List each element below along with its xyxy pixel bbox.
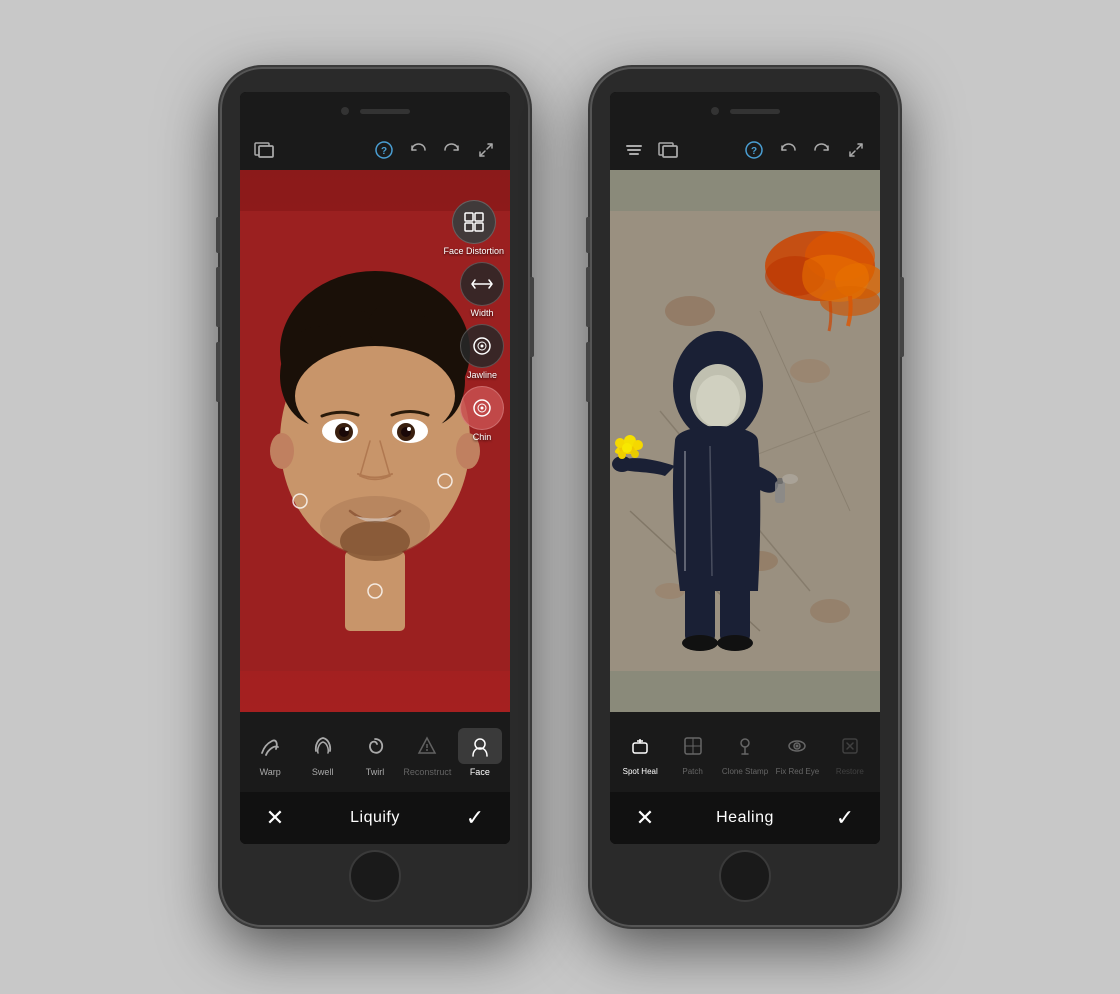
spot-heal-label: Spot Heal xyxy=(623,767,658,776)
camera-icon xyxy=(341,107,349,115)
action-bar-left: ✕ Liquify ✓ xyxy=(240,792,510,844)
face-distortion-button[interactable] xyxy=(452,200,496,244)
warp-tool[interactable]: Warp xyxy=(244,728,296,777)
phone-right: ? xyxy=(590,67,900,927)
screen-left: ? xyxy=(240,92,510,844)
help-icon-right[interactable]: ? xyxy=(740,136,768,164)
graffiti-svg xyxy=(610,170,880,712)
tools-row: Warp Swell xyxy=(240,712,510,792)
expand-icon[interactable] xyxy=(472,136,500,164)
screen-right: ? xyxy=(610,92,880,844)
mute-button[interactable] xyxy=(216,217,220,253)
width-button[interactable] xyxy=(460,262,504,306)
patch-tool[interactable]: Patch xyxy=(666,728,718,776)
bottom-tools-right: Spot Heal Patch xyxy=(610,712,880,792)
cancel-button-right[interactable]: ✕ xyxy=(630,803,660,833)
redo-icon[interactable] xyxy=(438,136,466,164)
face-photo: Face Distortion Width xyxy=(240,170,510,712)
expand-icon-right[interactable] xyxy=(842,136,870,164)
volume-up-button-right[interactable] xyxy=(586,267,590,327)
swell-label: Swell xyxy=(312,767,334,777)
chin-button[interactable] xyxy=(460,386,504,430)
spot-heal-tool[interactable]: Spot Heal xyxy=(614,728,666,776)
face-image-area[interactable]: Face Distortion Width xyxy=(240,170,510,712)
face-distortion-item[interactable]: Face Distortion xyxy=(443,200,504,256)
home-button-left[interactable] xyxy=(349,850,401,902)
status-bar-left xyxy=(240,92,510,130)
volume-down-button[interactable] xyxy=(216,342,220,402)
twirl-tool[interactable]: Twirl xyxy=(349,728,401,777)
fix-red-eye-label: Fix Red Eye xyxy=(776,767,820,776)
face-distortion-label: Face Distortion xyxy=(443,246,504,256)
swell-icon[interactable] xyxy=(301,728,345,764)
photo-library-icon[interactable] xyxy=(250,136,278,164)
redo-icon-right[interactable] xyxy=(808,136,836,164)
speaker xyxy=(360,109,410,114)
healing-tools-row: Spot Heal Patch xyxy=(610,712,880,792)
clone-stamp-icon[interactable] xyxy=(723,728,767,764)
chin-item[interactable]: Chin xyxy=(460,386,504,442)
restore-tool[interactable]: Restore xyxy=(824,728,876,776)
status-bar-right xyxy=(610,92,880,130)
volume-up-button[interactable] xyxy=(216,267,220,327)
distortion-panel: Face Distortion Width xyxy=(443,200,504,442)
power-button[interactable] xyxy=(530,277,534,357)
warp-icon[interactable] xyxy=(248,728,292,764)
width-item[interactable]: Width xyxy=(460,262,504,318)
fix-red-eye-tool[interactable]: Fix Red Eye xyxy=(771,728,823,776)
phone-left: ? xyxy=(220,67,530,927)
jawline-button[interactable] xyxy=(460,324,504,368)
warp-label: Warp xyxy=(260,767,281,777)
help-icon[interactable]: ? xyxy=(370,136,398,164)
face-icon[interactable] xyxy=(458,728,502,764)
face-tool[interactable]: Face xyxy=(454,728,506,777)
chin-label: Chin xyxy=(473,432,492,442)
clone-stamp-label: Clone Stamp xyxy=(722,767,768,776)
spot-heal-icon[interactable] xyxy=(618,728,662,764)
photo-library-icon-right[interactable] xyxy=(654,136,682,164)
svg-text:?: ? xyxy=(381,146,387,157)
volume-down-button-right[interactable] xyxy=(586,342,590,402)
graffiti-image-area[interactable] xyxy=(610,170,880,712)
liquify-title: Liquify xyxy=(350,809,400,827)
action-bar-right: ✕ Healing ✓ xyxy=(610,792,880,844)
confirm-button-left[interactable]: ✓ xyxy=(460,803,490,833)
home-button-right[interactable] xyxy=(719,850,771,902)
healing-title: Healing xyxy=(716,809,774,827)
bottom-tools-left: Warp Swell xyxy=(240,712,510,792)
undo-icon-right[interactable] xyxy=(774,136,802,164)
twirl-label: Twirl xyxy=(366,767,385,777)
fix-red-eye-icon[interactable] xyxy=(775,728,819,764)
undo-icon[interactable] xyxy=(404,136,432,164)
svg-text:?: ? xyxy=(751,146,757,157)
reconstruct-icon[interactable] xyxy=(405,728,449,764)
restore-icon[interactable] xyxy=(828,728,872,764)
patch-icon[interactable] xyxy=(671,728,715,764)
jawline-label: Jawline xyxy=(467,370,497,380)
confirm-button-right[interactable]: ✓ xyxy=(830,803,860,833)
mute-button-right[interactable] xyxy=(586,217,590,253)
layers-icon[interactable] xyxy=(620,136,648,164)
power-button-right[interactable] xyxy=(900,277,904,357)
twirl-icon[interactable] xyxy=(353,728,397,764)
jawline-item[interactable]: Jawline xyxy=(460,324,504,380)
toolbar-left: ? xyxy=(240,130,510,170)
clone-stamp-tool[interactable]: Clone Stamp xyxy=(719,728,771,776)
toolbar-right: ? xyxy=(610,130,880,170)
speaker-right xyxy=(730,109,780,114)
camera-icon-right xyxy=(711,107,719,115)
restore-label: Restore xyxy=(836,767,864,776)
width-label: Width xyxy=(470,308,493,318)
graffiti-photo xyxy=(610,170,880,712)
cancel-button-left[interactable]: ✕ xyxy=(260,803,290,833)
swell-tool[interactable]: Swell xyxy=(296,728,348,777)
face-label: Face xyxy=(470,767,490,777)
reconstruct-tool[interactable]: Reconstruct xyxy=(401,728,453,777)
patch-label: Patch xyxy=(682,767,702,776)
reconstruct-label: Reconstruct xyxy=(403,767,451,777)
